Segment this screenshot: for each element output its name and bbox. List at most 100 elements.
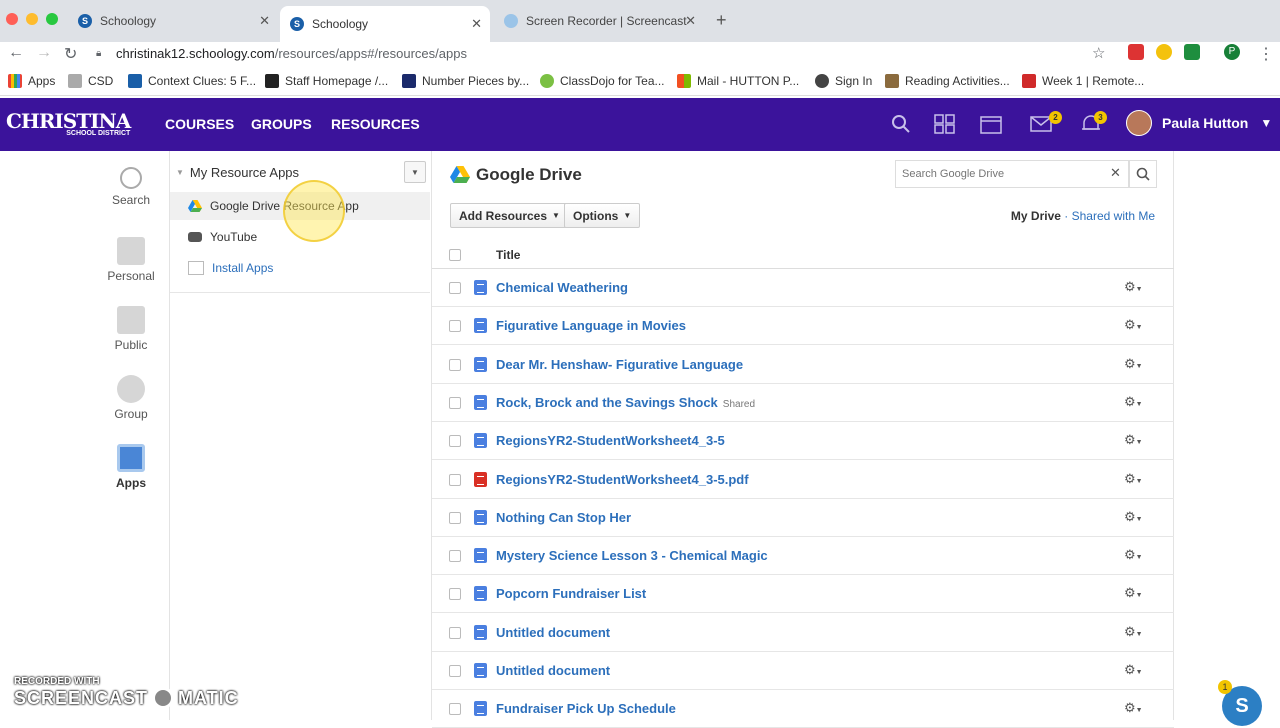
drive-view-tabs: My Drive · Shared with Me (1011, 209, 1155, 223)
file-link[interactable]: Figurative Language in Movies (496, 318, 686, 333)
row-actions-gear-icon[interactable]: ⚙▼ (1124, 509, 1143, 525)
row-checkbox[interactable] (449, 511, 461, 524)
file-link[interactable]: Mystery Science Lesson 3 - Chemical Magi… (496, 548, 768, 563)
row-checkbox[interactable] (449, 703, 461, 716)
row-checkbox[interactable] (449, 320, 461, 333)
file-link[interactable]: Dear Mr. Henshaw- Figurative Language (496, 357, 743, 372)
extension-check-icon[interactable] (1184, 44, 1200, 60)
row-checkbox[interactable] (449, 358, 461, 371)
row-actions-gear-icon[interactable]: ⚙▼ (1124, 624, 1143, 640)
table-header: Title (432, 241, 1174, 269)
bookmark-week-1[interactable]: Week 1 | Remote... (1022, 74, 1144, 88)
bookmark-sign-in[interactable]: Sign In (815, 74, 872, 88)
row-actions-gear-icon[interactable]: ⚙▼ (1124, 662, 1143, 678)
row-actions-gear-icon[interactable]: ⚙▼ (1124, 432, 1143, 448)
divider (170, 292, 430, 293)
google-doc-icon (474, 624, 487, 640)
profile-avatar[interactable]: P (1224, 44, 1240, 60)
row-actions-gear-icon[interactable]: ⚙▼ (1124, 547, 1143, 563)
new-tab-button[interactable]: + (716, 10, 727, 31)
row-actions-gear-icon[interactable]: ⚙▼ (1124, 279, 1143, 295)
forward-icon[interactable]: → (36, 44, 52, 62)
file-link[interactable]: Chemical Weathering (496, 280, 628, 295)
rail-item-group[interactable]: Group (92, 375, 170, 421)
rail-item-search[interactable]: Search (92, 167, 170, 207)
rail-item-public[interactable]: Public (92, 306, 170, 352)
grid-icon[interactable] (934, 114, 956, 134)
resource-apps-heading[interactable]: ▼ My Resource Apps (176, 165, 299, 180)
google-drive-panel: Google Drive ✕ Add Resources▼ Options▼ M… (432, 151, 1174, 728)
tab-shared-with-me[interactable]: Shared with Me (1072, 209, 1155, 223)
extension-icon[interactable] (1156, 44, 1172, 60)
install-apps-icon (188, 261, 204, 275)
minimize-window-button[interactable] (26, 13, 38, 25)
address-bar[interactable]: 🔒︎ christinak12.schoology.com/resources/… (96, 42, 1116, 64)
maximize-window-button[interactable] (46, 13, 58, 25)
bookmark-classdojo[interactable]: ClassDojo for Tea... (540, 74, 665, 88)
select-all-checkbox[interactable] (449, 249, 461, 261)
close-tab-icon[interactable]: ✕ (685, 13, 696, 29)
row-checkbox[interactable] (449, 473, 461, 486)
bookmark-mail[interactable]: Mail - HUTTON P... (677, 74, 799, 88)
search-drive-input[interactable] (895, 160, 1129, 188)
close-tab-icon[interactable]: ✕ (259, 13, 270, 29)
user-name: Paula Hutton (1162, 115, 1249, 131)
file-link[interactable]: RegionsYR2-StudentWorksheet4_3-5.pdf (496, 472, 749, 487)
file-link[interactable]: Nothing Can Stop Her (496, 510, 631, 525)
row-checkbox[interactable] (449, 626, 461, 639)
bookmark-star-icon[interactable]: ☆ (1092, 44, 1105, 62)
row-actions-gear-icon[interactable]: ⚙▼ (1124, 317, 1143, 333)
district-logo[interactable]: CHRISTINA SCHOOL DISTRICT (6, 111, 131, 138)
close-window-button[interactable] (6, 13, 18, 25)
apps-dropdown-button[interactable]: ▼ (404, 161, 426, 183)
file-link[interactable]: RegionsYR2-StudentWorksheet4_3-5 (496, 433, 725, 448)
back-icon[interactable]: ← (8, 44, 24, 62)
row-checkbox[interactable] (449, 282, 461, 294)
file-link[interactable]: Fundraiser Pick Up Schedule (496, 701, 676, 716)
row-checkbox[interactable] (449, 588, 461, 601)
nav-resources[interactable]: RESOURCES (331, 116, 420, 132)
bookmark-staff-homepage[interactable]: Staff Homepage /... (265, 74, 388, 88)
calendar-icon[interactable] (980, 114, 1002, 134)
row-checkbox[interactable] (449, 435, 461, 448)
bookmark-csd[interactable]: CSD (68, 74, 113, 88)
add-resources-button[interactable]: Add Resources ▼ (450, 203, 569, 228)
rail-item-apps[interactable]: Apps (92, 444, 170, 490)
row-checkbox[interactable] (449, 550, 461, 563)
bookmark-context-clues[interactable]: Context Clues: 5 F... (128, 74, 256, 88)
column-title[interactable]: Title (496, 248, 520, 262)
row-actions-gear-icon[interactable]: ⚙▼ (1124, 585, 1143, 601)
file-link[interactable]: Untitled document (496, 663, 610, 678)
install-apps-link[interactable]: Install Apps (170, 254, 430, 282)
browser-tab-2[interactable]: S Schoology ✕ (280, 6, 490, 42)
file-link[interactable]: Popcorn Fundraiser List (496, 586, 646, 601)
close-tab-icon[interactable]: ✕ (471, 16, 482, 32)
bookmark-reading-activities[interactable]: Reading Activities... (885, 74, 1010, 88)
row-checkbox[interactable] (449, 665, 461, 677)
extension-icon[interactable] (1128, 44, 1144, 60)
row-actions-gear-icon[interactable]: ⚙▼ (1124, 394, 1143, 410)
file-link[interactable]: Untitled document (496, 625, 610, 640)
row-actions-gear-icon[interactable]: ⚙▼ (1124, 356, 1143, 372)
tab-my-drive[interactable]: My Drive (1011, 209, 1061, 223)
user-menu[interactable]: Paula Hutton ▼ (1126, 110, 1272, 136)
row-actions-gear-icon[interactable]: ⚙▼ (1124, 700, 1143, 716)
tab-title: Schoology (312, 17, 369, 31)
browser-menu-icon[interactable]: ⋮ (1258, 44, 1274, 64)
table-row: Untitled document ⚙▼ (432, 614, 1174, 652)
nav-groups[interactable]: GROUPS (251, 116, 312, 132)
bookmark-apps[interactable]: Apps (8, 74, 55, 88)
browser-tab-1[interactable]: S Schoology ✕ (68, 6, 278, 36)
nav-courses[interactable]: COURSES (165, 116, 234, 132)
file-link[interactable]: Rock, Brock and the Savings Shock Shared (496, 395, 755, 410)
clear-search-icon[interactable]: ✕ (1110, 165, 1121, 181)
row-actions-gear-icon[interactable]: ⚙▼ (1124, 471, 1143, 487)
browser-tab-3[interactable]: Screen Recorder | Screencast ✕ (494, 6, 704, 36)
row-checkbox[interactable] (449, 396, 461, 409)
search-button[interactable] (1129, 160, 1157, 188)
rail-item-personal[interactable]: Personal (92, 237, 170, 283)
bookmark-number-pieces[interactable]: Number Pieces by... (402, 74, 529, 88)
options-button[interactable]: Options ▼ (564, 203, 641, 228)
search-icon[interactable] (890, 114, 912, 134)
reload-icon[interactable]: ↻ (64, 44, 77, 64)
